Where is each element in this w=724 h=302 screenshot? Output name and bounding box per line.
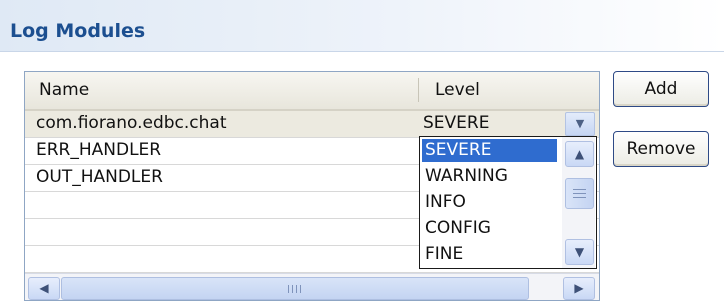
remove-button[interactable]: Remove [613, 131, 709, 167]
row-name: com.fiorano.edbc.chat [36, 113, 227, 133]
scroll-grip [292, 285, 293, 293]
scroll-up-button[interactable]: ▲ [565, 141, 594, 167]
scroll-grip [573, 189, 586, 190]
level-option-fine[interactable]: FINE [422, 243, 557, 266]
level-option-severe[interactable]: SEVERE [422, 139, 557, 162]
header-divider [0, 51, 724, 52]
level-option-info[interactable]: INFO [422, 191, 557, 214]
horizontal-scroll-thumb[interactable] [61, 277, 529, 300]
column-header-level[interactable]: Level [435, 80, 480, 100]
scroll-grip [573, 197, 586, 198]
scroll-right-button[interactable]: ▶ [563, 277, 595, 300]
horizontal-scrollbar[interactable]: ◀ ▶ [25, 273, 599, 300]
scroll-grip [288, 285, 289, 293]
row-level[interactable]: SEVERE [423, 113, 489, 133]
arrow-right-icon: ▶ [574, 281, 584, 295]
level-option-config[interactable]: CONFIG [422, 217, 557, 240]
arrow-up-icon: ▲ [574, 147, 585, 161]
table-row[interactable]: com.fiorano.edbc.chat SEVERE [25, 111, 599, 138]
table-header: Name Level [25, 72, 599, 111]
scroll-grip [573, 193, 586, 194]
arrow-left-icon: ◀ [39, 281, 49, 295]
section-title: Log Modules [10, 20, 146, 42]
dropdown-scroll-thumb[interactable] [565, 178, 594, 209]
add-button[interactable]: Add [613, 71, 709, 107]
row-name: ERR_HANDLER [36, 140, 162, 160]
scroll-grip [296, 285, 297, 293]
level-dropdown-button[interactable]: ▼ [565, 112, 595, 136]
scroll-grip [300, 285, 301, 293]
arrow-down-icon: ▼ [574, 245, 585, 259]
level-dropdown-list[interactable]: SEVERE WARNING INFO CONFIG FINE ▲ ▼ [419, 136, 597, 269]
scroll-left-button[interactable]: ◀ [28, 277, 60, 300]
level-option-warning[interactable]: WARNING [422, 165, 557, 188]
column-header-name[interactable]: Name [39, 80, 89, 100]
chevron-down-icon: ▼ [575, 117, 585, 130]
scroll-down-button[interactable]: ▼ [565, 239, 594, 265]
column-divider[interactable] [418, 78, 419, 102]
dropdown-scrollbar[interactable]: ▲ ▼ [562, 137, 595, 268]
row-name: OUT_HANDLER [36, 167, 163, 187]
section-header: Log Modules [0, 0, 724, 52]
